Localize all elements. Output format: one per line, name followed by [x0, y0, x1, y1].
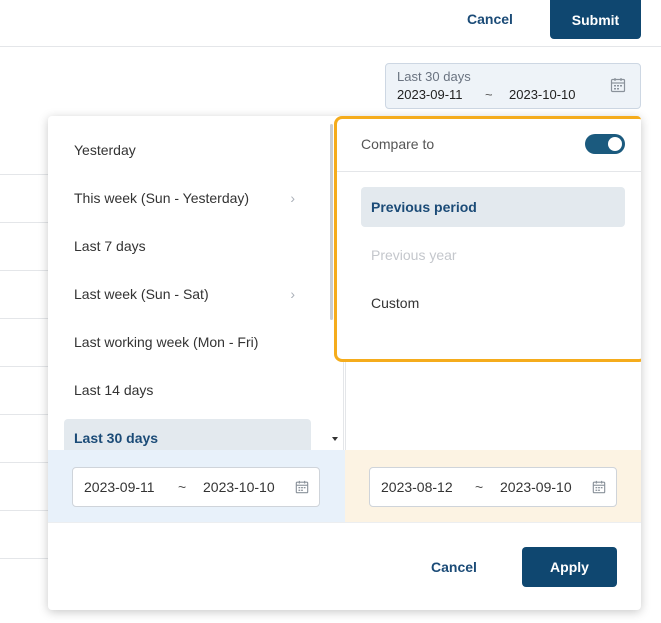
- cancel-button[interactable]: Cancel: [417, 547, 491, 587]
- submit-button[interactable]: Submit: [550, 0, 641, 39]
- preset-label: Last 7 days: [74, 238, 146, 254]
- primary-range-from: 2023-09-11: [84, 479, 155, 495]
- preset-label: Last 14 days: [74, 382, 154, 398]
- date-range-to: 2023-10-10: [509, 87, 576, 102]
- primary-range-band: 2023-09-11 ~ 2023-10-10: [48, 450, 345, 522]
- calendar-icon[interactable]: [592, 480, 606, 497]
- date-range-from: 2023-09-11: [397, 87, 463, 102]
- range-separator: ~: [178, 479, 187, 495]
- chevron-right-icon: ›: [290, 190, 295, 206]
- compare-option-label: Custom: [371, 295, 420, 311]
- compare-range-from: 2023-08-12: [381, 479, 453, 495]
- date-range-separator: ~: [485, 87, 493, 102]
- compare-to-label: Compare to: [361, 136, 435, 152]
- date-range-preset-label: Last 30 days: [397, 69, 471, 84]
- date-range-field[interactable]: Last 30 days 2023-09-11 ~ 2023-10-10: [385, 63, 641, 109]
- compare-option-label: Previous period: [371, 199, 477, 215]
- preset-label: Last 30 days: [74, 430, 159, 446]
- preset-label: Last week (Sun - Sat): [74, 286, 209, 302]
- preset-label: Last working week (Mon - Fri): [74, 334, 259, 350]
- preset-label: This week (Sun - Yesterday): [74, 190, 250, 206]
- table-row-divider: [0, 222, 48, 223]
- table-row-divider: [0, 462, 48, 463]
- range-separator: ~: [475, 479, 484, 495]
- table-row-divider: [0, 270, 48, 271]
- compare-range-band: 2023-08-12 ~ 2023-09-10: [345, 450, 641, 522]
- chevron-right-icon: ›: [290, 286, 295, 302]
- preset-last-working-week[interactable]: Last working week (Mon - Fri): [64, 323, 311, 361]
- scrollbar-thumb[interactable]: [330, 124, 333, 320]
- compare-toggle[interactable]: [585, 134, 625, 154]
- compare-option-previous-period[interactable]: Previous period: [361, 187, 625, 227]
- panel-divider: [345, 362, 346, 450]
- preset-label: Yesterday: [74, 142, 136, 158]
- table-row-divider: [0, 558, 48, 559]
- top-cancel-button[interactable]: Cancel: [456, 0, 524, 38]
- date-picker-popup: Yesterday This week (Sun - Yesterday) › L…: [48, 116, 641, 610]
- top-bar: Cancel Submit: [0, 0, 661, 47]
- table-row-divider: [0, 366, 48, 367]
- preset-last-30-days[interactable]: Last 30 days: [64, 419, 311, 450]
- preset-this-week[interactable]: This week (Sun - Yesterday) ›: [64, 179, 311, 217]
- scroll-down-arrow-icon[interactable]: [332, 437, 338, 441]
- apply-button[interactable]: Apply: [522, 547, 617, 587]
- toggle-knob: [608, 137, 622, 151]
- table-row-divider: [0, 510, 48, 511]
- table-row-divider: [0, 318, 48, 319]
- calendar-icon[interactable]: [295, 480, 309, 497]
- compare-range-input[interactable]: 2023-08-12 ~ 2023-09-10: [369, 467, 617, 507]
- primary-range-to: 2023-10-10: [203, 479, 275, 495]
- table-row-divider: [0, 414, 48, 415]
- compare-range-to: 2023-09-10: [500, 479, 572, 495]
- preset-list: Yesterday This week (Sun - Yesterday) › L…: [48, 116, 328, 450]
- table-row-divider: [0, 174, 48, 175]
- preset-last-week[interactable]: Last week (Sun - Sat) ›: [64, 275, 311, 313]
- compare-to-section: Compare to Previous period Previous year…: [334, 116, 641, 362]
- primary-range-input[interactable]: 2023-09-11 ~ 2023-10-10: [72, 467, 320, 507]
- calendar-icon[interactable]: [610, 77, 626, 98]
- preset-last-7-days[interactable]: Last 7 days: [64, 227, 311, 265]
- compare-option-label: Previous year: [371, 247, 457, 263]
- compare-option-custom[interactable]: Custom: [361, 283, 625, 323]
- footer-divider: [48, 522, 641, 523]
- preset-last-14-days[interactable]: Last 14 days: [64, 371, 311, 409]
- compare-option-previous-year: Previous year: [361, 235, 625, 275]
- compare-header: Compare to: [337, 119, 641, 172]
- preset-yesterday[interactable]: Yesterday: [64, 131, 311, 169]
